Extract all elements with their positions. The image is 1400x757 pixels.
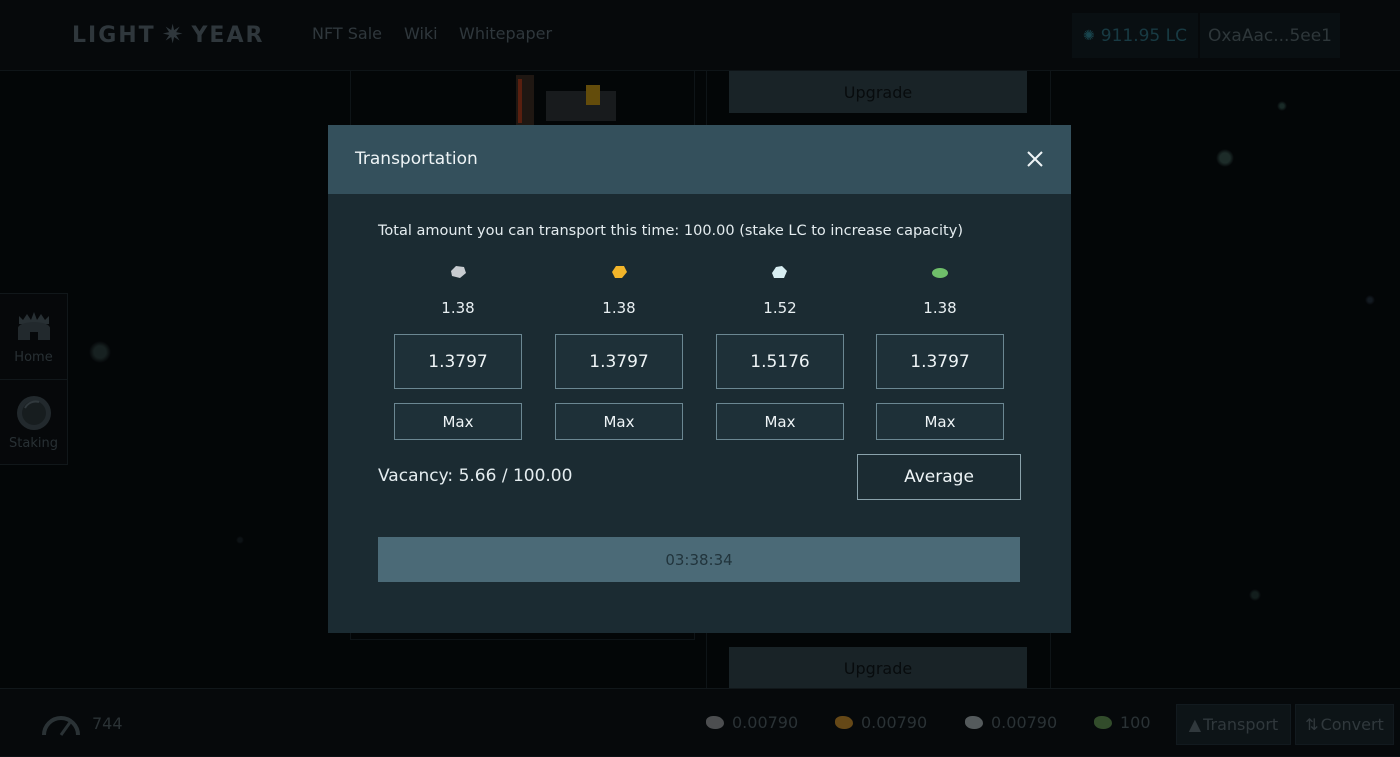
crystal-available-amount: 1.52 [763,299,797,317]
average-button[interactable]: Average [857,454,1021,500]
transportation-modal: Transportation Total amount you can tran… [328,125,1071,633]
modal-header: Transportation [328,125,1071,194]
gold-ore-icon [612,266,627,278]
capacity-info-text: Total amount you can transport this time… [378,223,963,239]
transport-countdown-button[interactable]: 03:38:34 [378,537,1020,582]
iron-amount-input[interactable]: 1.3797 [394,334,522,389]
crystal-ore-icon [772,266,787,278]
close-icon[interactable] [1025,149,1045,169]
modal-title: Transportation [355,149,478,169]
green-available-amount: 1.38 [923,299,957,317]
vacancy-text: Vacancy: 5.66 / 100.00 [378,466,573,486]
green-ore-icon [932,268,948,278]
gold-amount-input[interactable]: 1.3797 [555,334,683,389]
iron-ore-icon [451,266,466,278]
gold-max-button[interactable]: Max [555,403,683,440]
gold-available-amount: 1.38 [602,299,636,317]
iron-available-amount: 1.38 [441,299,475,317]
crystal-max-button[interactable]: Max [716,403,844,440]
iron-max-button[interactable]: Max [394,403,522,440]
crystal-amount-input[interactable]: 1.5176 [716,334,844,389]
green-amount-input[interactable]: 1.3797 [876,334,1004,389]
green-max-button[interactable]: Max [876,403,1004,440]
